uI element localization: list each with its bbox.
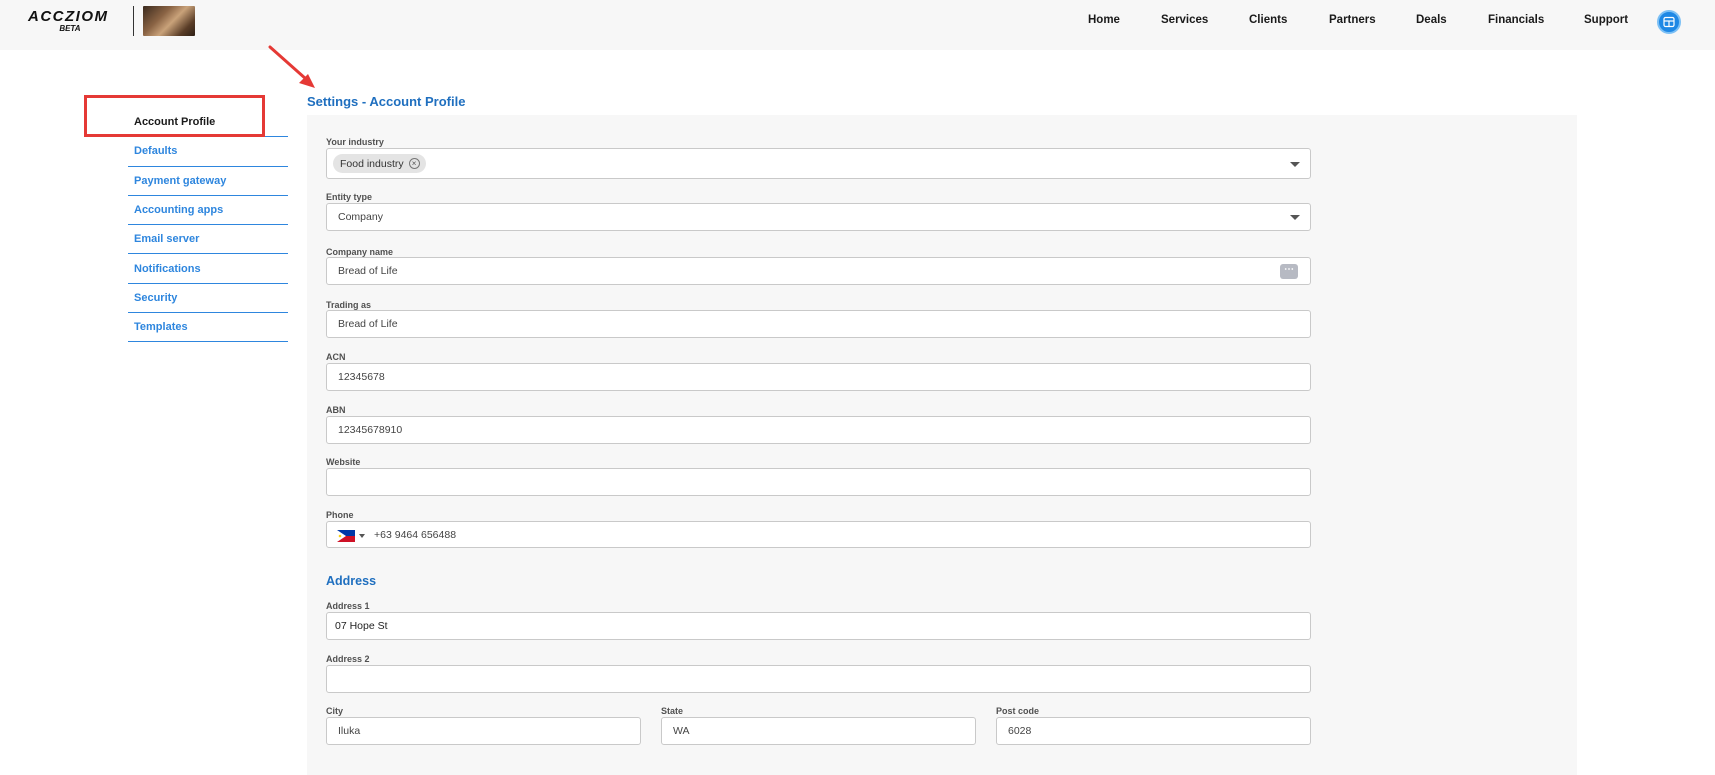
state-label: State [661,706,684,716]
nav-home[interactable]: Home [1088,14,1120,26]
chip-remove-icon[interactable]: × [408,158,420,169]
user-menu-button[interactable] [1657,10,1681,34]
sidebar-item-label: Templates [134,321,188,334]
page-title: Settings - Account Profile [307,94,466,109]
acn-label: ACN [326,352,346,362]
phone-input[interactable]: +63 9464 656488 [326,521,1311,548]
sidebar-item-payment-gateway[interactable]: Payment gateway [128,167,288,196]
brand-badge: BETA [59,24,81,33]
industry-chip[interactable]: Food industry × [333,154,426,173]
state-input[interactable]: WA [661,717,976,745]
logo-divider [133,6,134,36]
chevron-down-icon[interactable] [1290,162,1300,167]
company-logo-image [143,6,195,36]
settings-sidebar: Account Profile Defaults Payment gateway… [128,108,288,343]
sidebar-item-defaults[interactable]: Defaults [128,137,288,167]
company-name-label: Company name [326,247,394,257]
postcode-label: Post code [996,706,1040,716]
chevron-down-icon[interactable] [1290,215,1300,220]
entity-type-label: Entity type [326,192,373,202]
sidebar-item-security[interactable]: Security [128,284,288,314]
top-header: ACCZIOM BETA Home Services Clients Partn… [0,0,1715,50]
address1-value: 07 Hope St [335,620,388,632]
sidebar-item-email-server[interactable]: Email server [128,225,288,255]
account-profile-panel: Your industry Food industry × Entity typ… [307,115,1577,775]
sidebar-item-label: Accounting apps [134,204,224,217]
sidebar-item-label: Email server [134,233,200,246]
industry-chip-label: Food industry [340,157,404,170]
abn-label: ABN [326,405,346,415]
address2-label: Address 2 [326,654,370,664]
sidebar-item-label: Payment gateway [134,174,227,187]
annotation-arrow [268,45,315,88]
website-input[interactable] [326,468,1311,496]
address-section-title: Address [326,574,377,588]
address1-label: Address 1 [326,601,370,611]
state-value: WA [673,725,690,737]
account-icon [1663,16,1675,28]
entity-type-select[interactable]: Company [326,203,1311,231]
entity-type-value: Company [338,211,383,223]
sidebar-item-account-profile[interactable]: Account Profile [128,108,288,138]
sidebar-item-label: Security [134,291,178,304]
address1-input[interactable]: 07 Hope St [326,612,1311,640]
trading-as-input[interactable]: Bread of Life [326,310,1311,338]
philippines-flag-icon[interactable] [337,530,355,542]
city-input[interactable]: Iluka [326,717,641,745]
acn-value: 12345678 [338,371,385,383]
trading-as-label: Trading as [326,300,372,310]
sidebar-item-templates[interactable]: Templates [128,313,288,343]
sidebar-item-label: Account Profile [134,116,216,129]
website-label: Website [326,457,361,467]
abn-value: 12345678910 [338,424,403,436]
sidebar-item-label: Defaults [134,145,178,158]
company-name-value: Bread of Life [338,265,398,277]
trading-as-value: Bread of Life [338,318,398,330]
abn-input[interactable]: 12345678910 [326,416,1311,444]
sidebar-item-notifications[interactable]: Notifications [128,254,288,284]
more-options-icon[interactable]: ⋯ [1280,264,1298,279]
brand-logo[interactable]: ACCZIOM BETA [28,9,109,33]
sidebar-item-label: Notifications [134,262,201,275]
nav-support[interactable]: Support [1584,14,1628,26]
phone-label: Phone [326,510,354,520]
address2-input[interactable] [326,665,1311,693]
phone-value: +63 9464 656488 [374,529,457,541]
acn-input[interactable]: 12345678 [326,363,1311,391]
nav-partners[interactable]: Partners [1329,14,1376,26]
nav-clients[interactable]: Clients [1249,14,1287,26]
nav-services[interactable]: Services [1161,14,1208,26]
company-name-input[interactable]: Bread of Life ⋯ [326,257,1311,285]
postcode-value: 6028 [1008,725,1032,737]
industry-select[interactable]: Food industry × [326,148,1311,179]
nav-deals[interactable]: Deals [1416,14,1447,26]
city-label: City [326,706,344,716]
nav-financials[interactable]: Financials [1488,14,1544,26]
city-value: Iluka [338,725,361,737]
sidebar-item-accounting-apps[interactable]: Accounting apps [128,196,288,226]
country-dropdown-icon[interactable] [359,534,365,538]
industry-label: Your industry [326,137,384,147]
brand-name: ACCZIOM [28,8,109,25]
postcode-input[interactable]: 6028 [996,717,1311,745]
